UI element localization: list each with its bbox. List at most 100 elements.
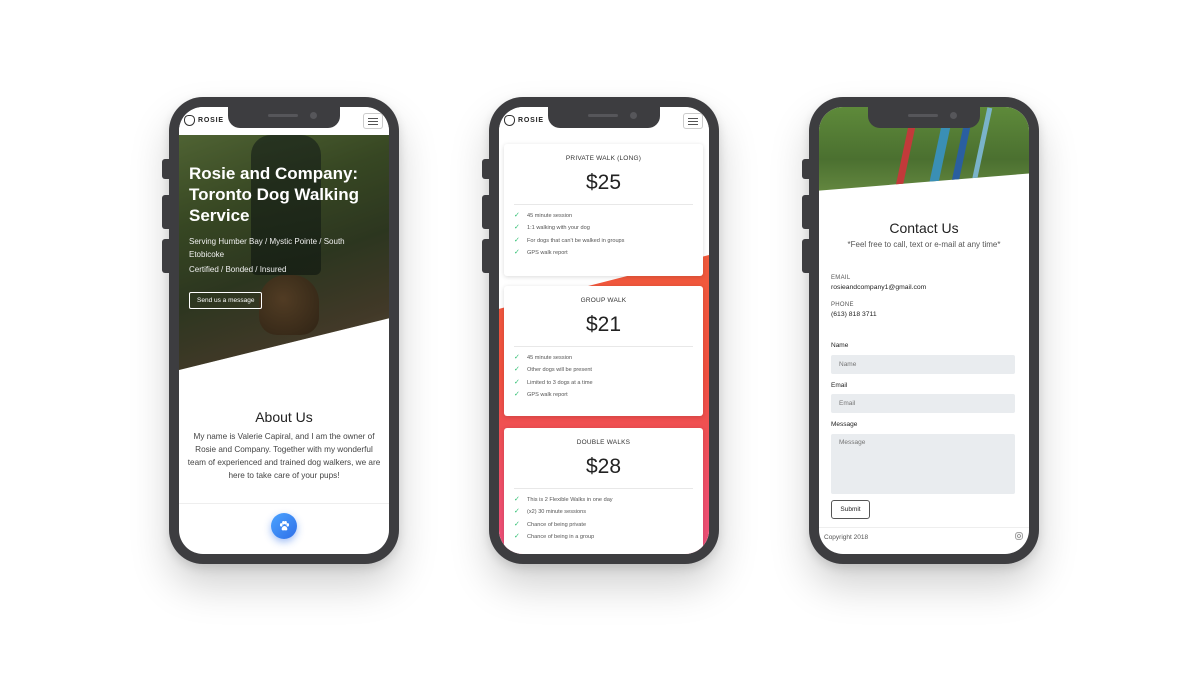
about-text: My name is Valerie Capiral, and I am the…	[187, 432, 381, 480]
feature-text: For dogs that can't be walked in groups	[527, 237, 625, 244]
brand-name: ROSIE	[518, 117, 544, 124]
hero-service-areas: Serving Humber Bay / Mystic Pointe / Sou…	[189, 237, 345, 259]
feature-item: ✓ 1:1 walking with your dog	[514, 222, 693, 234]
feature-item: ✓ 45 minute session	[514, 352, 693, 364]
feature-text: 1:1 walking with your dog	[527, 225, 590, 232]
feature-item: ✓ GPS walk report	[514, 389, 693, 401]
check-icon: ✓	[514, 532, 520, 540]
phone-mockup-contact: Contact Us *Feel free to call, text or e…	[802, 97, 1039, 564]
email-label: EMAIL	[831, 275, 851, 281]
hamburger-icon	[688, 117, 698, 119]
phone-screen-home: ROSIE Rosie and Company: Toronto Dog Wal…	[179, 107, 389, 554]
check-icon: ✓	[514, 508, 520, 516]
feature-text: GPS walk report	[527, 391, 568, 398]
phone-notch	[548, 107, 660, 128]
pricing-card-title: GROUP WALK	[580, 297, 627, 304]
name-field-label: Name	[831, 342, 849, 349]
feature-list: ✓ 45 minute session ✓ 1:1 walking with you…	[504, 205, 703, 259]
feature-list: ✓ 45 minute session ✓ Other dogs will be p…	[504, 347, 703, 401]
email-link[interactable]: rosieandcompany1@gmail.com	[831, 284, 926, 291]
phone-mockup-home: ROSIE Rosie and Company: Toronto Dog Wal…	[162, 97, 399, 564]
feature-item: ✓ Limited to 3 dogs at a time	[514, 377, 693, 389]
menu-toggle-button[interactable]	[683, 113, 703, 129]
section-divider	[179, 503, 389, 504]
feature-item: ✓ Chance of being in a group	[514, 531, 693, 543]
phone-side-button	[802, 239, 810, 273]
feature-text: 45 minute session	[527, 213, 573, 219]
check-icon: ✓	[514, 366, 520, 374]
dog-logo-icon	[184, 115, 195, 126]
hamburger-icon-line	[688, 123, 698, 125]
check-icon: ✓	[514, 354, 520, 361]
phone-side-button	[162, 195, 170, 229]
feature-item: ✓ Other dogs will be present	[514, 364, 693, 376]
dog-logo-icon	[504, 115, 515, 126]
contact-subtitle: *Feel free to call, text or e-mail at an…	[847, 240, 1001, 249]
feature-item: ✓ For dogs that can't be walked in groups	[514, 235, 693, 247]
feature-text: GPS walk report	[527, 249, 568, 256]
message-field[interactable]	[831, 434, 1015, 494]
feature-item: ✓ GPS walk report	[514, 247, 693, 259]
phone-notch	[228, 107, 340, 128]
hamburger-icon-line	[688, 120, 698, 122]
phone-screen-contact: Contact Us *Feel free to call, text or e…	[819, 107, 1029, 554]
pricing-card-title: PRIVATE WALK (LONG)	[565, 155, 642, 162]
menu-toggle-button[interactable]	[363, 113, 383, 129]
submit-button[interactable]: Submit	[831, 500, 870, 519]
phone-side-button	[802, 159, 810, 179]
brand-link[interactable]: ROSIE	[504, 115, 544, 126]
phone-link[interactable]: (613) 818 3711	[831, 311, 877, 318]
hero-credentials: Certified / Bonded / Insured	[189, 265, 287, 274]
paw-icon[interactable]	[271, 513, 297, 539]
feature-text: Other dogs will be present	[527, 367, 592, 374]
feature-item: ✓ Chance of being private	[514, 519, 693, 531]
footer-copyright: Copyright 2018	[824, 534, 869, 541]
pricing-card-price: $28	[585, 455, 622, 478]
check-icon: ✓	[514, 248, 520, 256]
feature-item: ✓ (x2) 30 minute sessions	[514, 506, 693, 518]
phone-mockup-pricing: ROSIE PRIVATE WALK (LONG) $25 ✓ 45 minute…	[482, 97, 719, 564]
feature-text: Chance of being in a group	[527, 533, 595, 540]
check-icon: ✓	[514, 224, 520, 232]
phone-side-button	[162, 239, 170, 273]
feature-item: ✓ 45 minute session	[514, 210, 693, 222]
instagram-icon[interactable]	[1015, 532, 1023, 542]
pricing-card-price: $25	[585, 171, 622, 194]
check-icon: ✓	[514, 378, 520, 386]
email-field-label: Email	[831, 382, 848, 389]
about-title: About Us	[255, 409, 313, 425]
pricing-card-price: $21	[585, 313, 622, 336]
instagram-icon-graphic	[1015, 532, 1023, 540]
paw-icon-graphic	[279, 520, 289, 530]
phone-side-button	[802, 195, 810, 229]
feature-text: Limited to 3 dogs at a time	[527, 379, 593, 386]
feature-text: (x2) 30 minute sessions	[527, 509, 587, 516]
pricing-card: PRIVATE WALK (LONG) $25 ✓ 45 minute sessi…	[504, 144, 703, 276]
phone-side-button	[162, 159, 170, 179]
phone-side-button	[482, 159, 490, 179]
brand-name: ROSIE	[198, 117, 224, 124]
brand-link[interactable]: ROSIE	[184, 115, 224, 126]
phone-label: PHONE	[831, 302, 854, 308]
check-icon: ✓	[514, 212, 520, 219]
feature-list: ✓ This is 2 Flexible Walks in one day ✓ (x…	[504, 489, 703, 543]
hamburger-icon	[368, 117, 378, 119]
feature-text: 45 minute session	[527, 355, 573, 361]
phone-side-button	[482, 239, 490, 273]
message-field-label: Message	[831, 421, 858, 428]
hamburger-icon-line	[368, 123, 378, 125]
hero-title: Rosie and Company: Toronto Dog Walking S…	[189, 164, 359, 225]
feature-text: Chance of being private	[527, 521, 587, 528]
name-field[interactable]	[831, 355, 1015, 374]
pricing-card: DOUBLE WALKS $28 ✓ This is 2 Flexible Wal…	[504, 428, 703, 554]
feature-text: This is 2 Flexible Walks in one day	[527, 497, 613, 503]
send-message-button[interactable]: Send us a message	[189, 292, 263, 309]
pricing-card: GROUP WALK $21 ✓ 45 minute session ✓ Other…	[504, 286, 703, 416]
hamburger-icon-line	[368, 120, 378, 122]
contact-title: Contact Us	[889, 220, 959, 236]
phone-side-button	[482, 195, 490, 229]
phone-notch	[868, 107, 980, 128]
email-field[interactable]	[831, 394, 1015, 413]
hero-section: Rosie and Company: Toronto Dog Walking S…	[179, 135, 389, 370]
check-icon: ✓	[514, 496, 520, 503]
